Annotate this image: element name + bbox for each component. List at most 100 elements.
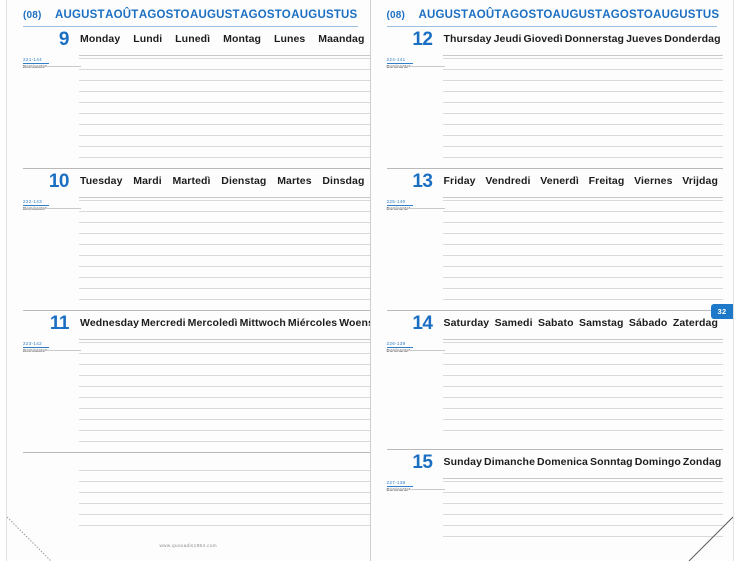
- day-name-de: Montag: [223, 33, 262, 45]
- writing-lines[interactable]: [442, 342, 723, 431]
- month-name-it: AGOSTO: [501, 9, 553, 21]
- day-name-it: Lunedì: [175, 33, 211, 45]
- day-of-year-rule: [386, 66, 445, 67]
- day-name-fr: Dimanche: [484, 456, 536, 468]
- left-header-rule: [23, 26, 358, 27]
- day-block[interactable]: 9 Monday Lundi Lunedì Montag Lunes Maand…: [7, 29, 370, 158]
- day-of-year-marker: 221-144 Dominante*: [23, 57, 79, 69]
- writing-lines[interactable]: [442, 58, 723, 158]
- day-name-nl: Donderdag: [664, 33, 721, 45]
- day-block[interactable]: 11 Wednesday Mercredi Mercoledì Mittwoch…: [7, 313, 370, 442]
- writing-line[interactable]: [79, 299, 370, 300]
- day-name-nl: Zondag: [682, 456, 722, 468]
- day-block[interactable]: 14 Saturday Samedi Sabato Samstag Sábado…: [371, 313, 734, 431]
- day-of-year-marker: 225-140 Dominante*: [386, 199, 443, 211]
- writing-line[interactable]: [79, 441, 370, 442]
- day-of-year-rule: [386, 208, 445, 209]
- month-name-de: AUGUST: [190, 9, 240, 21]
- day-name-nl: Dinsdag: [322, 175, 365, 187]
- day-heading: 15 Sunday Dimanche Domenica Sonntag Domi…: [371, 452, 734, 479]
- day-name-en: Wednesday: [80, 317, 140, 329]
- month-name-nl: AUGUSTUS: [653, 9, 720, 21]
- publisher-url: www.quovadis1954.com: [159, 543, 218, 548]
- writing-line[interactable]: [442, 157, 723, 158]
- day-name-es: Jueves: [626, 33, 663, 45]
- notes-lines[interactable]: [79, 470, 370, 526]
- day-name-fr: Lundi: [133, 33, 163, 45]
- day-heading: 14 Saturday Samedi Sabato Samstag Sábado…: [371, 313, 734, 340]
- day-name-de: Mittwoch: [239, 317, 286, 329]
- day-of-year-marker: 224-141 Dominante*: [386, 57, 443, 69]
- day-name-list: Thursday Jeudi Giovedì Donnerstag Jueves…: [443, 33, 721, 45]
- right-month-header: (08) AUGUST AOÛT AGOSTO AUGUST AGOSTO AU…: [386, 9, 720, 25]
- day-name-nl: Vrijdag: [682, 175, 718, 187]
- day-name-list: Saturday Samedi Sabato Samstag Sábado Za…: [443, 317, 720, 329]
- day-heading: 10 Tuesday Mardi Martedì Dienstag Martes…: [7, 171, 370, 198]
- writing-line[interactable]: [442, 536, 723, 537]
- day-block[interactable]: 10 Tuesday Mardi Martedì Dienstag Martes…: [7, 171, 370, 300]
- day-block[interactable]: 15 Sunday Dimanche Domenica Sonntag Domi…: [371, 452, 734, 537]
- day-heading: 13 Friday Vendredi Venerdì Freitag Viern…: [371, 171, 734, 198]
- day-name-en: Thursday: [443, 33, 492, 45]
- day-block[interactable]: 12 Thursday Jeudi Giovedì Donnerstag Jue…: [371, 29, 734, 158]
- page-corner-fold-icon: [7, 515, 53, 561]
- day-heading-rule: [79, 197, 370, 198]
- writing-line[interactable]: [442, 430, 723, 431]
- month-name-nl: AUGUSTUS: [291, 9, 358, 21]
- day-divider: [23, 168, 370, 169]
- day-of-year-rule: [23, 350, 81, 351]
- day-name-nl: Maandag: [318, 33, 365, 45]
- day-name-list: Monday Lundi Lunedì Montag Lunes Maandag: [79, 33, 366, 45]
- day-of-year-rule: [23, 208, 81, 209]
- day-of-year-rule: [386, 350, 445, 351]
- day-name-list: Sunday Dimanche Domenica Sonntag Domingo…: [443, 456, 722, 468]
- day-name-it: Domenica: [537, 456, 588, 468]
- left-page: (08) AUGUST AOÛT AGOSTO AUGUST AGOSTO AU…: [0, 0, 371, 561]
- writing-lines[interactable]: [79, 342, 370, 442]
- month-code: (08): [386, 10, 406, 21]
- month-name-de: AUGUST: [552, 9, 603, 21]
- day-name-fr: Mardi: [133, 175, 162, 187]
- day-name-fr: Vendredi: [485, 175, 531, 187]
- writing-line[interactable]: [79, 525, 370, 526]
- day-name-es: Domingo: [634, 456, 681, 468]
- planner-spread: (08) AUGUST AOÛT AGOSTO AUGUST AGOSTO AU…: [0, 0, 740, 561]
- writing-lines[interactable]: [79, 200, 370, 300]
- day-divider: [386, 310, 723, 311]
- day-name-en: Saturday: [443, 317, 490, 329]
- month-name-en: AUGUST: [418, 9, 469, 21]
- day-heading: 11 Wednesday Mercredi Mercoledì Mittwoch…: [7, 313, 370, 340]
- day-of-year-marker: 226-139 Dominante*: [386, 341, 443, 353]
- day-heading-rule: [442, 478, 723, 479]
- day-heading-rule: [79, 55, 370, 56]
- writing-line[interactable]: [442, 299, 723, 300]
- writing-lines[interactable]: [442, 200, 723, 300]
- day-heading: 9 Monday Lundi Lunedì Montag Lunes Maand…: [7, 29, 370, 56]
- day-name-es: Lunes: [273, 33, 306, 45]
- day-heading: 12 Thursday Jeudi Giovedì Donnerstag Jue…: [371, 29, 734, 56]
- right-page-surface: (08) AUGUST AOÛT AGOSTO AUGUST AGOSTO AU…: [370, 0, 734, 561]
- day-divider: [23, 452, 370, 453]
- month-name-list: AUGUST AOÛT AGOSTO AUGUST AGOSTO AUGUSTU…: [55, 9, 358, 21]
- day-name-it: Mercoledì: [187, 317, 238, 329]
- month-name-it: AGOSTO: [138, 9, 190, 21]
- writing-lines[interactable]: [79, 58, 370, 158]
- day-block[interactable]: 13 Friday Vendredi Venerdì Freitag Viern…: [371, 171, 734, 300]
- day-name-nl: Woensdag: [339, 317, 369, 329]
- month-tab[interactable]: 32: [711, 304, 733, 319]
- right-header-rule: [386, 26, 717, 27]
- writing-line[interactable]: [79, 157, 370, 158]
- right-page: (08) AUGUST AOÛT AGOSTO AUGUST AGOSTO AU…: [370, 0, 740, 561]
- day-name-de: Sonntag: [590, 456, 633, 468]
- day-name-list: Friday Vendredi Venerdì Freitag Viernes …: [443, 175, 720, 187]
- writing-lines[interactable]: [442, 481, 723, 537]
- day-number: 14: [412, 313, 433, 334]
- day-divider: [23, 310, 370, 311]
- day-name-it: Venerdì: [540, 175, 579, 187]
- day-number: 13: [412, 171, 433, 192]
- day-heading-rule: [442, 197, 723, 198]
- day-name-it: Martedì: [172, 175, 211, 187]
- book-spine: [370, 0, 371, 561]
- day-number: 9: [58, 29, 70, 50]
- day-name-en: Sunday: [443, 456, 483, 468]
